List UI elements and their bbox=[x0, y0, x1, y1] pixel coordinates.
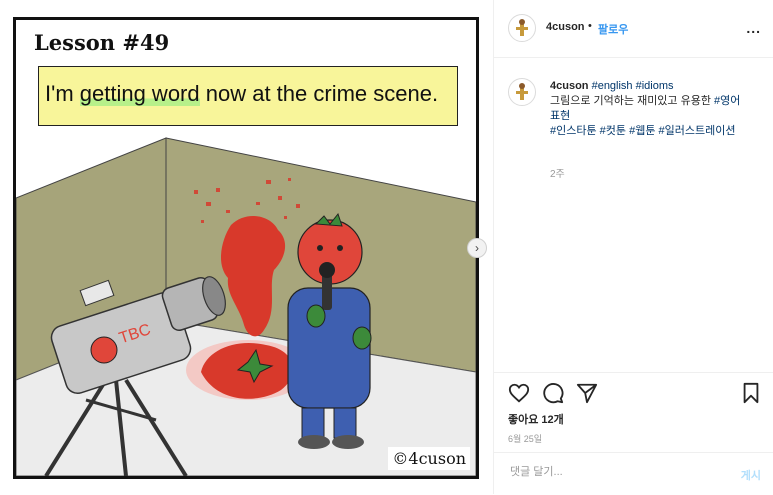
post-date: 6월 25일 bbox=[508, 434, 543, 444]
caption-avatar[interactable] bbox=[508, 78, 536, 106]
profile-logo-icon bbox=[516, 19, 528, 36]
caption-text: 그림으로 기억하는 재미있고 유용한 bbox=[550, 95, 711, 107]
caption-text: I'm getting word now at the crime scene. bbox=[45, 81, 439, 106]
hashtag-link[interactable]: #웹툰 bbox=[629, 125, 655, 137]
comment-icon[interactable] bbox=[542, 382, 564, 404]
comment-input[interactable] bbox=[508, 465, 712, 479]
post-sidebar: 4cuson • 팔로우 ... 4cuson #english #idioms… bbox=[494, 0, 773, 494]
header-separator: • bbox=[588, 20, 592, 32]
comic-panel: TBC Lesson #49 I'm getting word now at t… bbox=[13, 17, 479, 479]
post-header: 4cuson • 팔로우 ... bbox=[494, 0, 773, 58]
chevron-right-icon: › bbox=[475, 241, 479, 255]
heart-icon[interactable] bbox=[508, 382, 530, 404]
avatar[interactable] bbox=[508, 14, 536, 42]
idiom-highlight: getting word bbox=[79, 81, 200, 106]
next-image-button[interactable]: › bbox=[467, 238, 487, 258]
hashtag-link[interactable]: #컷툰 bbox=[600, 125, 626, 137]
artist-signature: ©4cuson bbox=[388, 447, 470, 470]
header-username[interactable]: 4cuson bbox=[546, 21, 585, 33]
caption-timestamp[interactable]: 2주 bbox=[550, 165, 565, 180]
bookmark-icon[interactable] bbox=[741, 382, 761, 404]
hashtag-link[interactable]: #english bbox=[592, 80, 633, 92]
hashtag-link[interactable]: #idioms bbox=[636, 80, 674, 92]
follow-button[interactable]: 팔로우 bbox=[598, 21, 628, 37]
profile-logo-icon bbox=[516, 83, 528, 100]
share-icon[interactable] bbox=[576, 382, 598, 404]
lesson-title: Lesson #49 bbox=[34, 30, 170, 55]
hashtag-link[interactable]: #인스타툰 bbox=[550, 125, 597, 137]
instagram-post: TBC Lesson #49 I'm getting word now at t… bbox=[0, 0, 773, 494]
more-options-icon[interactable]: ... bbox=[746, 20, 761, 36]
add-comment-bar: 게시 bbox=[494, 452, 773, 495]
hashtag-link[interactable]: #일러스트레이션 bbox=[659, 125, 736, 137]
caption-username[interactable]: 4cuson bbox=[550, 80, 589, 92]
post-caption: 4cuson #english #idioms 그림으로 기억하는 재미있고 유… bbox=[550, 79, 750, 139]
speech-caption-box: I'm getting word now at the crime scene. bbox=[38, 66, 458, 126]
actions-divider bbox=[494, 372, 773, 374]
likes-count[interactable]: 좋아요 12개 bbox=[508, 411, 564, 427]
post-media: TBC Lesson #49 I'm getting word now at t… bbox=[0, 0, 494, 494]
post-comment-button[interactable]: 게시 bbox=[741, 467, 761, 483]
